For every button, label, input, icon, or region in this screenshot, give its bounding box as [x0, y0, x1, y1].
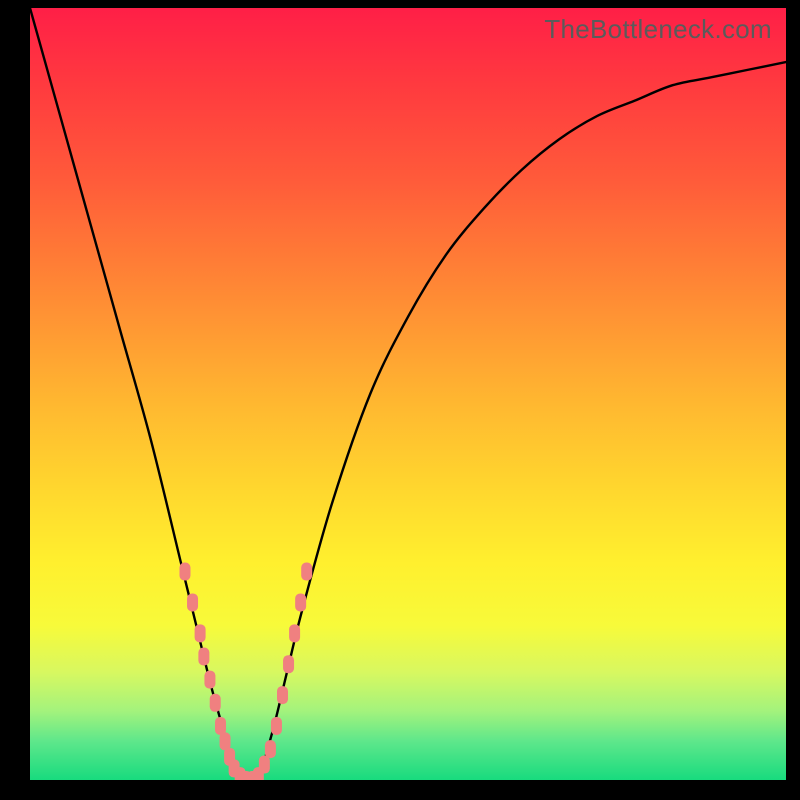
marker-point [295, 593, 306, 611]
highlighted-points-group [179, 563, 312, 780]
marker-point [179, 563, 190, 581]
curve-svg [30, 8, 786, 780]
bottleneck-curve-path [30, 8, 786, 780]
marker-point [220, 732, 231, 750]
marker-point [289, 624, 300, 642]
marker-point [271, 717, 282, 735]
marker-point [198, 647, 209, 665]
marker-point [210, 694, 221, 712]
watermark-label: TheBottleneck.com [544, 14, 772, 45]
chart-frame: TheBottleneck.com [0, 0, 800, 800]
marker-point [187, 593, 198, 611]
marker-point [215, 717, 226, 735]
marker-point [301, 563, 312, 581]
marker-point [283, 655, 294, 673]
marker-point [195, 624, 206, 642]
marker-point [259, 756, 270, 774]
marker-point [204, 671, 215, 689]
gradient-plot-area: TheBottleneck.com [30, 8, 786, 780]
marker-point [277, 686, 288, 704]
marker-point [265, 740, 276, 758]
